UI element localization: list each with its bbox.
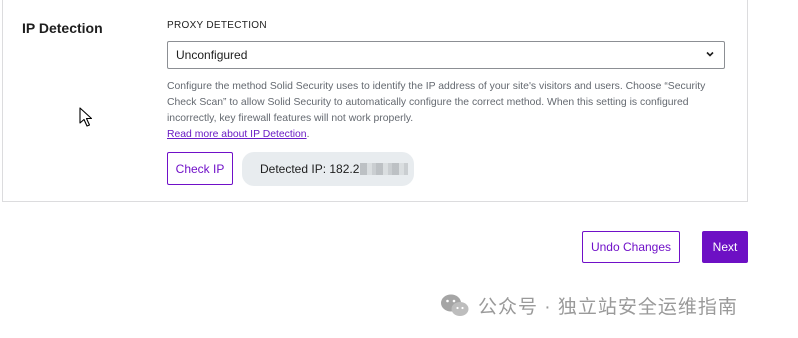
proxy-help-text: Configure the method Solid Security uses… [167, 79, 727, 143]
proxy-detection-label: PROXY DETECTION [167, 20, 267, 31]
chevron-down-icon [706, 51, 714, 57]
section-title: IP Detection [22, 20, 103, 36]
detected-ip-text: Detected IP: 182.2 [260, 162, 360, 176]
proxy-detection-select[interactable]: Unconfigured [167, 41, 725, 69]
proxy-detection-value: Unconfigured [176, 48, 248, 62]
read-more-period: . [306, 129, 310, 140]
wechat-icon [441, 294, 469, 316]
watermark-text: 公众号 · 独立站安全运维指南 [478, 297, 738, 318]
check-ip-button[interactable]: Check IP [167, 152, 233, 185]
read-more-link[interactable]: Read more about IP Detection [167, 129, 307, 140]
detected-ip-pill: Detected IP: 182.2 [242, 152, 414, 186]
mouse-pointer-icon [79, 107, 93, 127]
next-button[interactable]: Next [702, 231, 748, 263]
watermark: 公众号 · 独立站安全运维指南 [440, 292, 738, 319]
redacted-ip-blur [360, 163, 409, 175]
proxy-help-description: Configure the method Solid Security uses… [167, 81, 706, 124]
undo-changes-button[interactable]: Undo Changes [582, 231, 680, 263]
